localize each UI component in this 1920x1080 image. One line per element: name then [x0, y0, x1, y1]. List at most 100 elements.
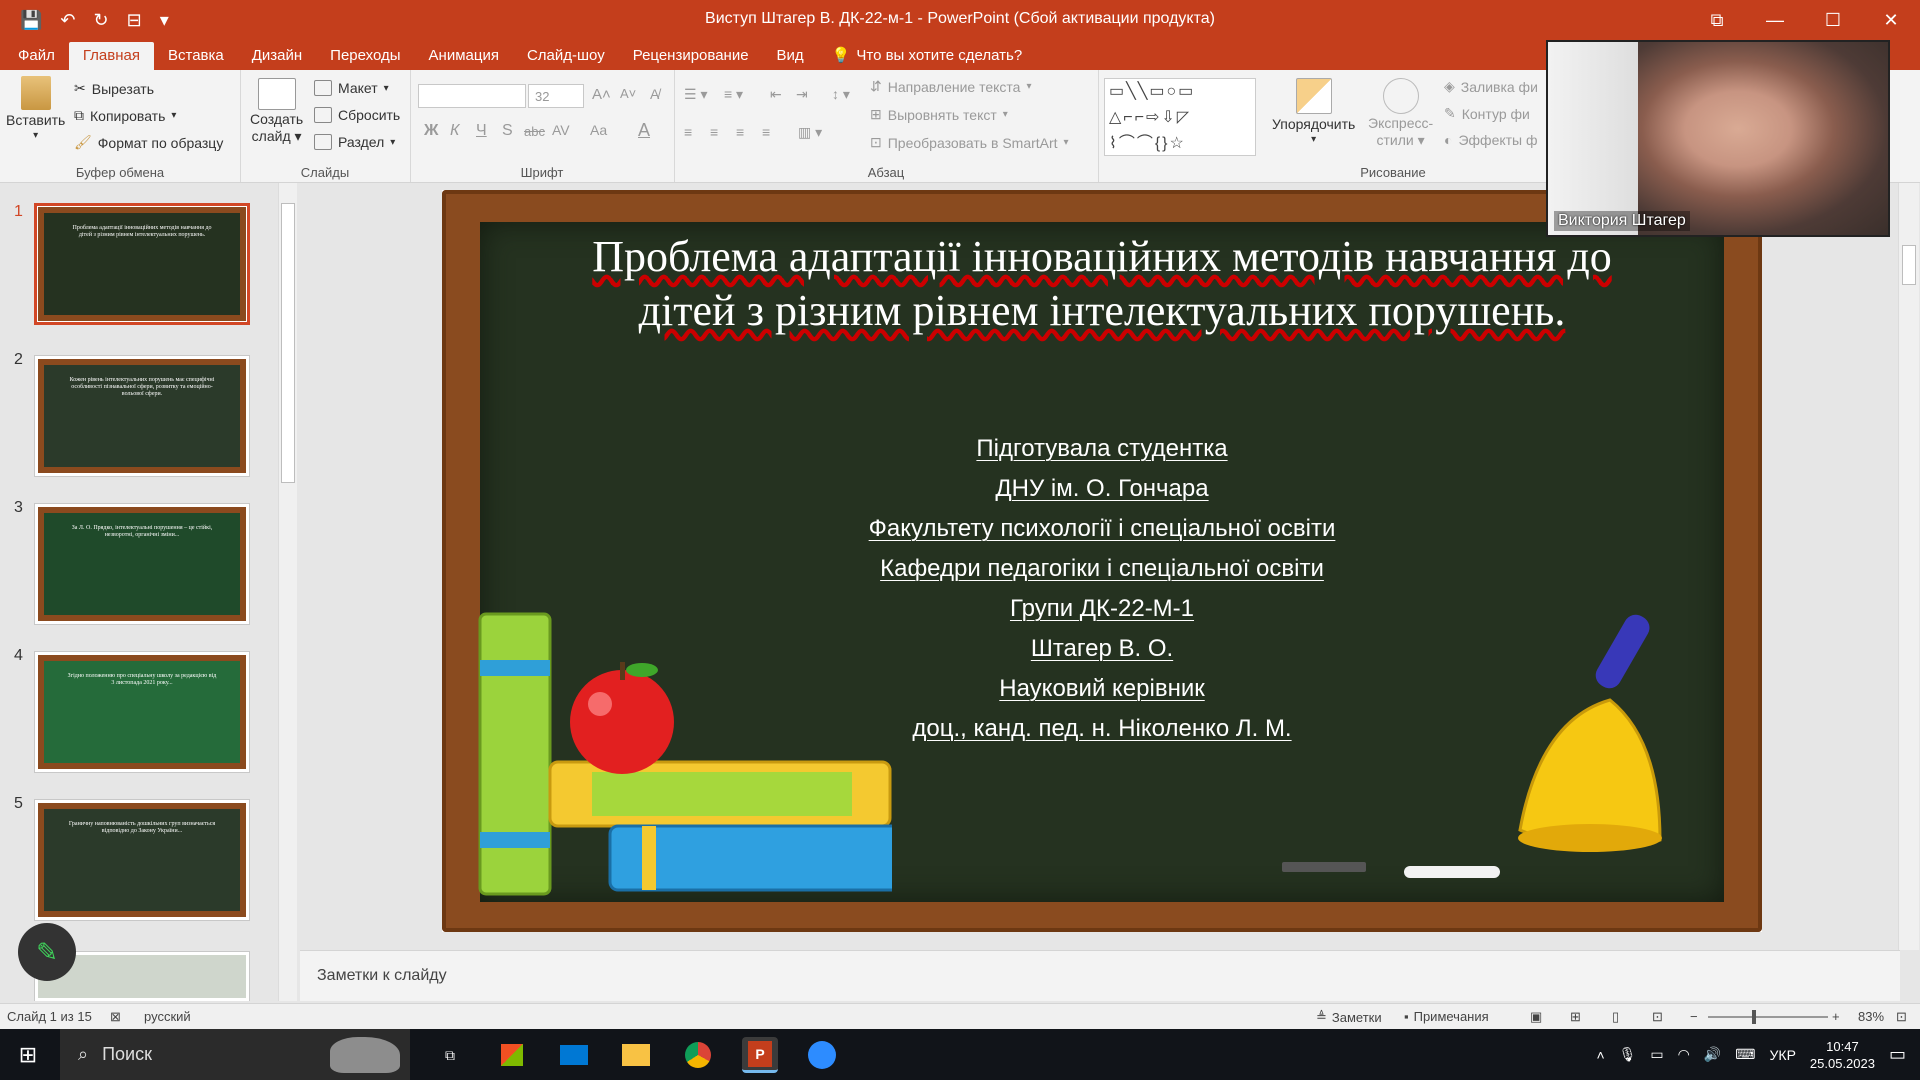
tab-review[interactable]: Рецензирование [619, 42, 763, 70]
tab-file[interactable]: Файл [4, 42, 69, 70]
align-text-button[interactable]: ⊞ Выровнять текст ▾ [870, 106, 1008, 123]
zoom-video-thumbnail[interactable]: Виктория Штагер [1546, 40, 1890, 237]
file-explorer-icon[interactable] [618, 1037, 654, 1073]
shadow-button[interactable]: S [502, 122, 513, 140]
slideshow-view-icon[interactable]: ⊡ [1652, 1009, 1663, 1025]
font-name-input[interactable] [418, 84, 526, 108]
tab-slideshow[interactable]: Слайд-шоу [513, 42, 619, 70]
notes-toggle-button[interactable]: ≜ Заметки [1316, 1009, 1382, 1025]
format-painter-button[interactable]: 🖌 Формат по образцу [74, 134, 223, 151]
align-right-icon[interactable]: ≡ [736, 124, 744, 140]
comments-toggle-button[interactable]: ▪ Примечания [1404, 1009, 1489, 1024]
zoom-slider[interactable] [1708, 1016, 1828, 1018]
volume-icon[interactable]: 🔊 [1704, 1046, 1721, 1063]
zoom-level[interactable]: 83% [1858, 1009, 1884, 1024]
reset-button[interactable]: Сбросить [314, 107, 400, 123]
shape-effects-button[interactable]: ◐ Эффекты ф [1444, 132, 1538, 148]
maximize-icon[interactable]: ☐ [1804, 0, 1862, 40]
zoom-in-icon[interactable]: + [1832, 1009, 1840, 1024]
slide-thumbnail-1[interactable]: Проблема адаптації інноваційних методів … [34, 203, 250, 325]
shape-fill-button[interactable]: ◈ Заливка фи [1444, 78, 1538, 95]
font-size-decrease-icon[interactable]: A˅ [620, 86, 636, 101]
normal-view-icon[interactable]: ▣ [1530, 1009, 1542, 1025]
close-icon[interactable]: ✕ [1862, 0, 1920, 40]
clear-format-icon[interactable]: A̸ [650, 86, 659, 102]
columns-icon[interactable]: ▥ ▾ [798, 124, 822, 141]
cut-button[interactable]: ✂ Вырезать [74, 80, 154, 97]
windows-start-icon[interactable]: ⊞ [10, 1037, 46, 1073]
new-slide-button[interactable]: Создать слайд ▾ [250, 78, 303, 145]
thumbnails-scroll-thumb[interactable] [281, 203, 295, 483]
slide-title[interactable]: Проблема адаптації інноваційних методів … [442, 230, 1762, 338]
zoom-slider-thumb[interactable] [1752, 1010, 1756, 1024]
numbering-icon[interactable]: ≡ ▾ [724, 86, 743, 103]
clock[interactable]: 10:47 25.05.2023 [1810, 1038, 1875, 1072]
align-center-icon[interactable]: ≡ [710, 124, 718, 140]
shape-outline-button[interactable]: ✎ Контур фи [1444, 105, 1530, 122]
slide-scrollbar[interactable] [1898, 183, 1919, 950]
bullets-icon[interactable]: ☰ ▾ [684, 86, 707, 103]
language-indicator[interactable]: русский [144, 1009, 191, 1024]
text-direction-button[interactable]: ⇵ Направление текста ▾ [870, 78, 1031, 95]
slide-thumbnail-4[interactable]: Згідно положенню про спеціальну школу за… [34, 651, 250, 773]
input-language[interactable]: УКР [1770, 1047, 1796, 1063]
ribbon-display-icon[interactable]: ⧉ [1688, 0, 1746, 40]
wifi-icon[interactable]: ◠ [1678, 1046, 1690, 1063]
shapes-gallery[interactable]: ▭╲╲▭○▭ △⌐⌐⇨⇩◸ ⌇⌒⌒{}☆ [1104, 78, 1256, 156]
thumbnails-scrollbar[interactable] [278, 183, 297, 1001]
reading-view-icon[interactable]: ▯ [1612, 1009, 1619, 1025]
taskbar-search[interactable]: ⌕ Поиск [60, 1029, 410, 1080]
font-size-input[interactable]: 32 [528, 84, 584, 108]
tab-insert[interactable]: Вставка [154, 42, 238, 70]
zoom-out-icon[interactable]: − [1690, 1009, 1698, 1024]
smartart-button[interactable]: ⊡ Преобразовать в SmartArt ▾ [870, 134, 1069, 151]
spacing-button[interactable]: AV [552, 122, 570, 138]
tell-me-search[interactable]: 💡 Что вы хотите сделать? [818, 42, 1037, 70]
chrome-icon[interactable] [680, 1037, 716, 1073]
notes-pane[interactable]: Заметки к слайду [300, 950, 1900, 1001]
store-icon[interactable] [494, 1037, 530, 1073]
layout-button[interactable]: Макет ▾ [314, 80, 389, 96]
line-spacing-icon[interactable]: ↕ ▾ [832, 86, 850, 103]
underline-button[interactable]: Ч [476, 122, 487, 140]
italic-button[interactable]: К [450, 122, 459, 140]
task-view-icon[interactable]: ⧉ [432, 1037, 468, 1073]
tab-transitions[interactable]: Переходы [316, 42, 414, 70]
spellcheck-icon[interactable]: ⊠ [110, 1009, 121, 1025]
font-size-increase-icon[interactable]: A˄ [592, 86, 611, 103]
font-color-button[interactable]: A [638, 120, 650, 141]
tab-view[interactable]: Вид [763, 42, 818, 70]
tab-animations[interactable]: Анимация [415, 42, 513, 70]
keyboard-icon[interactable]: ⌨ [1735, 1046, 1755, 1063]
tab-design[interactable]: Дизайн [238, 42, 316, 70]
annotate-pen-button[interactable]: ✎ [18, 923, 76, 981]
minimize-icon[interactable]: — [1746, 0, 1804, 40]
section-button[interactable]: Раздел ▾ [314, 134, 395, 150]
battery-icon[interactable]: ▭ [1650, 1046, 1663, 1063]
justify-icon[interactable]: ≡ [762, 124, 770, 140]
change-case-button[interactable]: Aa [590, 122, 607, 138]
align-left-icon[interactable]: ≡ [684, 124, 692, 140]
powerpoint-taskbar-icon[interactable]: P [742, 1037, 778, 1073]
tab-home[interactable]: Главная [68, 42, 154, 70]
mail-icon[interactable] [556, 1037, 592, 1073]
zoom-app-icon[interactable] [804, 1037, 840, 1073]
slide-thumbnail-2[interactable]: Кожен рівень інтелектуальних порушень ма… [34, 355, 250, 477]
microphone-icon[interactable]: 🎙 [1619, 1046, 1637, 1063]
quick-styles-button[interactable]: Экспресс- стили ▾ [1368, 78, 1433, 149]
strikethrough-button[interactable]: abc [524, 124, 545, 139]
arrange-button[interactable]: Упорядочить ▾ [1272, 78, 1355, 145]
notifications-icon[interactable]: ▭ [1889, 1044, 1906, 1065]
bold-button[interactable]: Ж [424, 122, 438, 140]
decrease-indent-icon[interactable]: ⇤ [770, 86, 782, 103]
slide-thumbnail-5[interactable]: Граничну наповнюваність дошкільних груп … [34, 799, 250, 921]
slide-thumbnail-3[interactable]: За Л. О. Прядко, інтелектуальні порушенн… [34, 503, 250, 625]
sorter-view-icon[interactable]: ⊞ [1570, 1009, 1581, 1025]
paste-button[interactable]: Вставить ▾ [6, 76, 65, 141]
fit-to-window-icon[interactable]: ⊡ [1896, 1009, 1907, 1025]
slide-canvas[interactable]: Проблема адаптації інноваційних методів … [442, 190, 1762, 932]
chevron-up-icon[interactable]: ˄ [1596, 1047, 1604, 1063]
slide-scroll-thumb[interactable] [1902, 245, 1916, 285]
copy-button[interactable]: ⧉ Копировать ▾ [74, 107, 176, 124]
increase-indent-icon[interactable]: ⇥ [796, 86, 808, 103]
